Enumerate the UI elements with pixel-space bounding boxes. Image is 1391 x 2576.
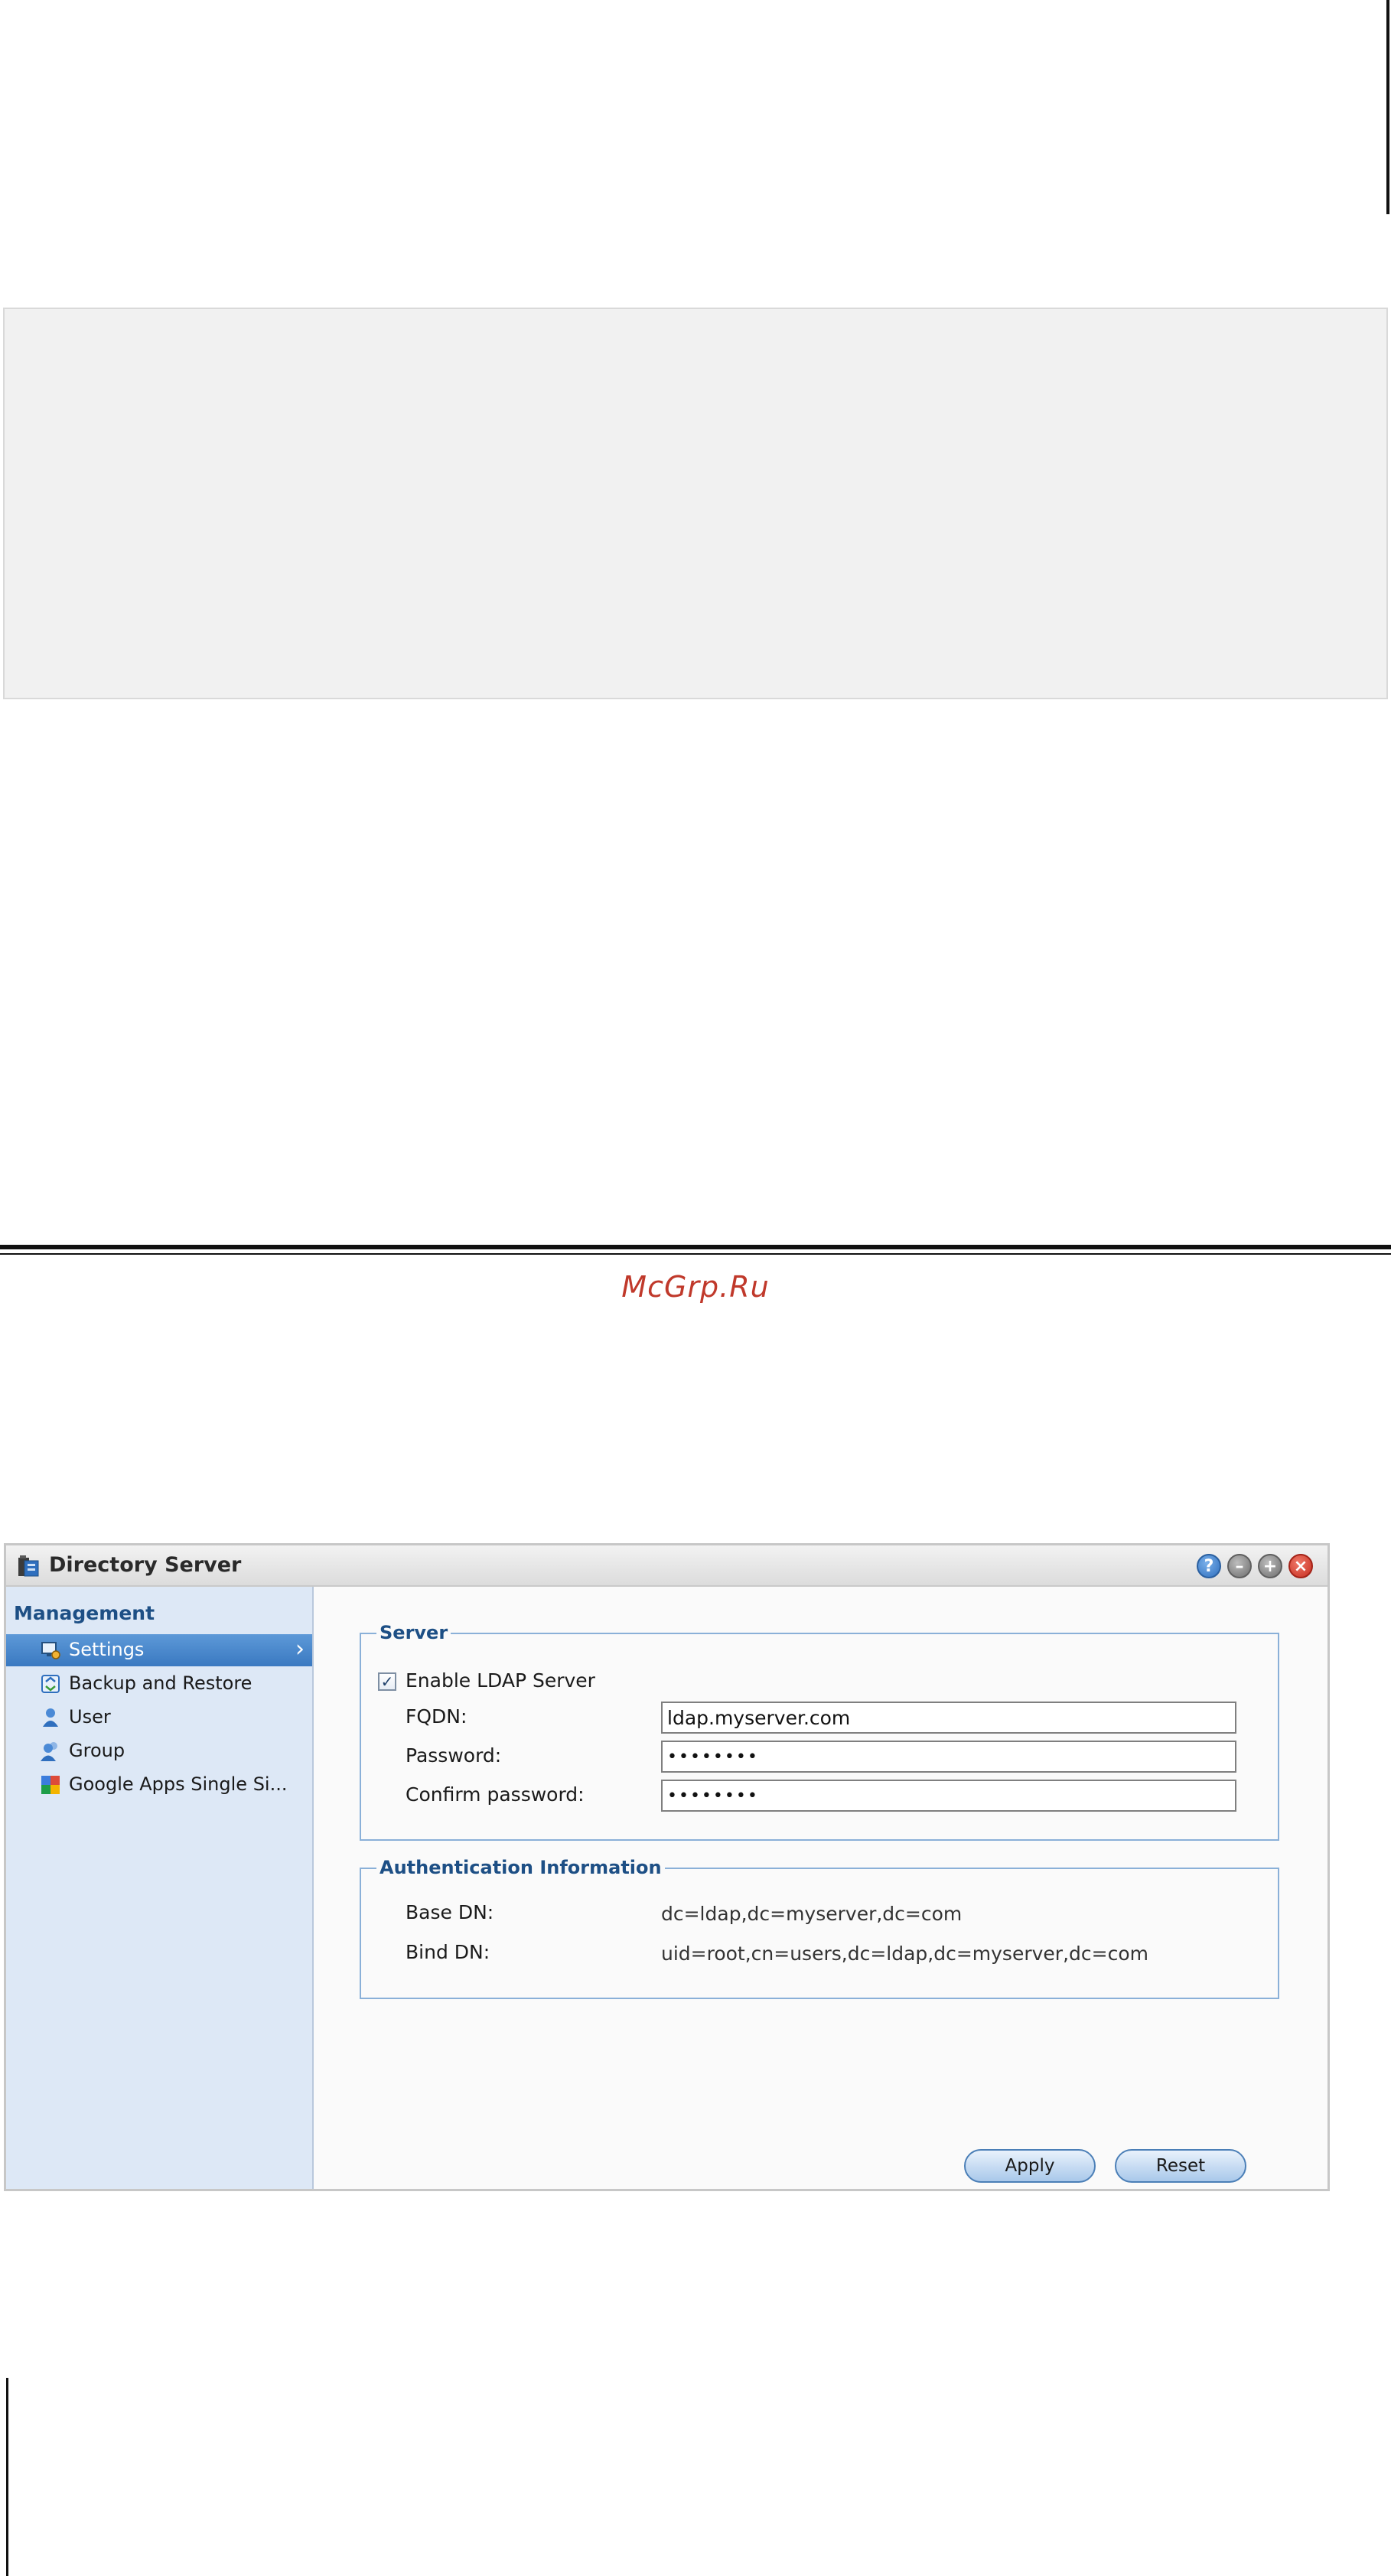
sidebar-item-label: Backup and Restore (69, 1672, 252, 1694)
server-fieldset: Server ✓ Enable LDAP Server FQDN: ldap.m… (360, 1622, 1279, 1841)
sidebar-item-group[interactable]: Group (6, 1735, 312, 1767)
base-dn-value: dc=ldap,dc=myserver,dc=com (661, 1903, 963, 1925)
page-edge-rule (1386, 0, 1389, 214)
apply-button[interactable]: Apply (964, 2149, 1096, 2183)
help-icon[interactable]: ? (1197, 1554, 1221, 1578)
sidebar-item-google-apps[interactable]: Google Apps Single Si... (6, 1769, 312, 1801)
backup-icon (41, 1675, 60, 1693)
sidebar-item-label: Settings (69, 1639, 145, 1660)
sidebar-item-label: Group (69, 1740, 125, 1761)
minimize-icon[interactable]: – (1227, 1554, 1252, 1578)
sidebar: Management Settings › Backup and Restore (6, 1587, 314, 2189)
enable-ldap-label[interactable]: Enable LDAP Server (406, 1669, 595, 1692)
page-edge-rule-bottom (6, 2378, 8, 2576)
enable-ldap-checkbox[interactable]: ✓ (378, 1672, 396, 1691)
directory-server-window: Directory Server ? – + × Management Sett… (4, 1543, 1330, 2191)
sidebar-heading: Management (14, 1602, 155, 1624)
directory-server-app-icon (18, 1555, 39, 1577)
settings-icon (41, 1642, 60, 1659)
group-icon (41, 1742, 57, 1761)
empty-note-panel (3, 308, 1388, 699)
sidebar-item-label: Google Apps Single Si... (69, 1773, 288, 1795)
maximize-icon[interactable]: + (1258, 1554, 1282, 1578)
user-icon (43, 1708, 58, 1727)
sidebar-item-backup-and-restore[interactable]: Backup and Restore (6, 1668, 312, 1700)
sidebar-item-label: User (69, 1706, 111, 1728)
reset-button[interactable]: Reset (1115, 2149, 1246, 2183)
password-input[interactable]: •••••••• (661, 1741, 1236, 1773)
close-icon[interactable]: × (1288, 1554, 1313, 1578)
bind-dn-label: Bind DN: (406, 1941, 490, 1963)
sidebar-item-user[interactable]: User (6, 1702, 312, 1734)
settings-content: Server ✓ Enable LDAP Server FQDN: ldap.m… (314, 1587, 1327, 2189)
server-legend: Server (376, 1622, 451, 1643)
sidebar-item-settings[interactable]: Settings › (6, 1634, 312, 1666)
title-bar[interactable]: Directory Server ? – + × (6, 1545, 1327, 1587)
authentication-info-legend: Authentication Information (376, 1857, 665, 1878)
fqdn-label: FQDN: (406, 1705, 467, 1728)
chevron-right-icon: › (295, 1636, 305, 1663)
password-label: Password: (406, 1744, 502, 1767)
page-separator-thin (0, 1253, 1391, 1255)
google-apps-icon (41, 1776, 60, 1794)
confirm-password-input[interactable]: •••••••• (661, 1780, 1236, 1812)
window-title: Directory Server (49, 1553, 242, 1577)
confirm-password-label: Confirm password: (406, 1783, 585, 1806)
bind-dn-value: uid=root,cn=users,dc=ldap,dc=myserver,dc… (661, 1943, 1148, 1965)
watermark-text: McGrp.Ru (621, 1270, 770, 1304)
base-dn-label: Base DN: (406, 1901, 494, 1923)
fqdn-input[interactable]: ldap.myserver.com (661, 1702, 1236, 1734)
authentication-info-fieldset: Authentication Information Base DN: dc=l… (360, 1857, 1279, 1999)
page-separator (0, 1245, 1391, 1249)
